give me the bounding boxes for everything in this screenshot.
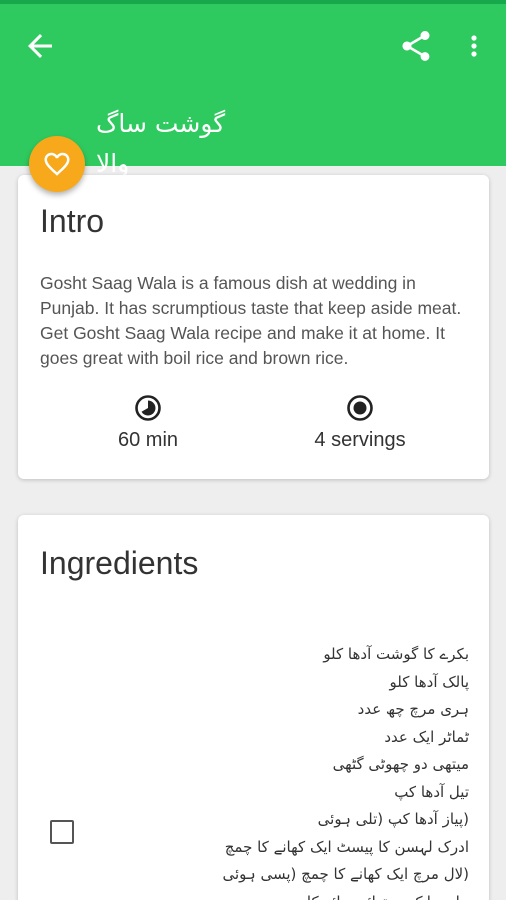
ingredient-item: ہری مرچ چھ عدد <box>357 700 469 718</box>
back-button[interactable] <box>22 28 58 64</box>
time-info: 60 min <box>48 393 248 452</box>
app-bar: گوشت ساگ والا <box>0 4 506 178</box>
ingredient-item: ہلدی ایک چوتھائی چائے کا چمچ <box>169 889 469 900</box>
ingredient-item: ٹماٹر ایک عدد <box>384 727 469 746</box>
intro-heading: Intro <box>40 203 105 239</box>
ingredient-item: پالک آدھا کلو <box>389 672 469 691</box>
more-vert-icon <box>471 35 477 57</box>
time-value: 60 min <box>117 429 179 451</box>
servings-icon <box>347 395 373 421</box>
intro-card: Intro Gosht Saag Wala is a famous dish a… <box>18 175 489 479</box>
ingredient-item: تیل آدھا کپ <box>394 782 469 801</box>
ingredients-heading: Ingredients <box>40 545 199 581</box>
favorite-button[interactable] <box>29 136 85 192</box>
ingredient-item: بکرے کا گوشت آدھا کلو <box>323 645 469 663</box>
share-icon <box>402 31 430 61</box>
arrow-back-icon <box>28 34 52 58</box>
ingredient-item: میتھی دو چھوٹی گٹھی <box>332 755 469 773</box>
page-title: گوشت ساگ والا <box>96 109 226 178</box>
ingredient-list: بکرے کا گوشت آدھا کلو پالک آدھا کلو ہری … <box>169 641 470 900</box>
intro-text: Gosht Saag Wala is a famous dish at wedd… <box>40 273 462 368</box>
ingredient-checkbox[interactable] <box>50 820 74 844</box>
servings-info: 4 servings <box>260 393 460 452</box>
ingredients-card: Ingredients بکرے کا گوشت آدھا کلو پالک آ… <box>18 515 489 900</box>
servings-value: 4 servings <box>314 429 406 451</box>
timer-icon <box>135 395 161 421</box>
ingredient-item: (پیاز آدھا کپ (تلی ہوئی <box>317 810 469 828</box>
ingredient-item: ادرک لہسن کا پیسٹ ایک کھانے کا چمچ <box>224 837 469 856</box>
heart-outline-icon <box>44 152 70 176</box>
ingredient-item: (لال مرچ ایک کھانے کا چمچ (پسی ہوئی <box>222 865 470 883</box>
more-options-button[interactable] <box>462 28 486 64</box>
share-button[interactable] <box>398 28 434 64</box>
